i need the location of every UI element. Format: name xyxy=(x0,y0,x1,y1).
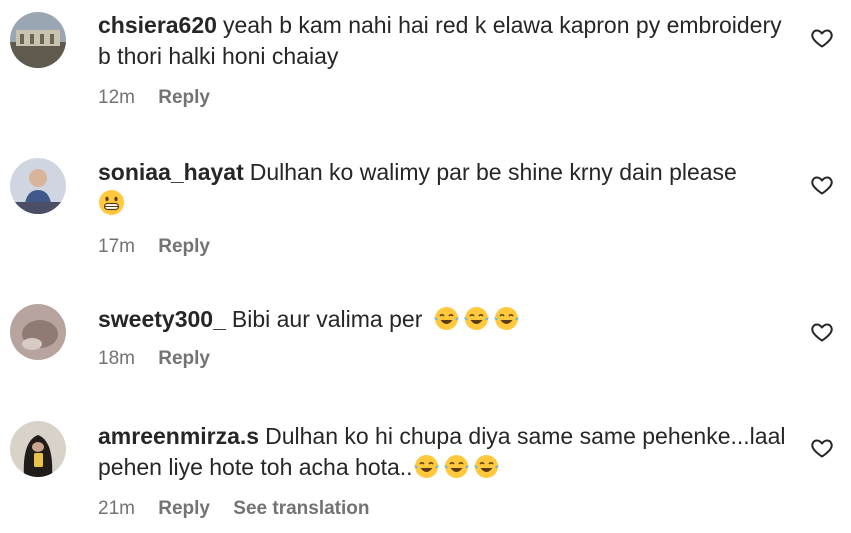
reply-button[interactable]: Reply xyxy=(158,348,210,369)
comment-time: 18m xyxy=(98,348,135,369)
avatar[interactable] xyxy=(10,304,66,360)
heart-outline-icon[interactable] xyxy=(810,320,834,344)
tears-of-joy-icon xyxy=(443,453,470,480)
heart-outline-icon[interactable] xyxy=(810,26,834,50)
grinning-face-icon xyxy=(98,189,125,216)
comment-meta: 12m Reply xyxy=(98,86,788,110)
comment-username[interactable]: amreenmirza.s xyxy=(98,423,259,449)
comment-text: amreenmirza.s Dulhan ko hi chupa diya sam… xyxy=(98,421,788,483)
comment-meta: 21m Reply See translation xyxy=(98,497,788,521)
comment-meta: 18m Reply xyxy=(98,347,788,371)
comment-meta: 17m Reply xyxy=(98,235,788,259)
comment-username[interactable]: chsiera620 xyxy=(98,12,217,38)
comment-time: 17m xyxy=(98,236,135,257)
see-translation-button[interactable]: See translation xyxy=(233,498,369,519)
comment-time: 12m xyxy=(98,87,135,108)
reply-button[interactable]: Reply xyxy=(158,236,210,257)
comment-time: 21m xyxy=(98,498,135,519)
tears-of-joy-icon xyxy=(473,453,500,480)
tears-of-joy-icon xyxy=(463,305,490,332)
reply-button[interactable]: Reply xyxy=(158,498,210,519)
comment-username[interactable]: soniaa_hayat xyxy=(98,159,244,185)
heart-outline-icon[interactable] xyxy=(810,173,834,197)
comment-text: chsiera620 yeah b kam nahi hai red k elaw… xyxy=(98,10,788,72)
comment-content: Dulhan ko walimy par be shine krny dain … xyxy=(249,159,737,185)
tears-of-joy-icon xyxy=(433,305,460,332)
avatar[interactable] xyxy=(10,12,66,68)
avatar[interactable] xyxy=(10,421,66,477)
avatar[interactable] xyxy=(10,158,66,214)
tears-of-joy-icon xyxy=(493,305,520,332)
comment-username[interactable]: sweety300_ xyxy=(98,306,226,332)
comment-text: sweety300_ Bibi aur valima per xyxy=(98,304,788,335)
heart-outline-icon[interactable] xyxy=(810,436,834,460)
comment-text: soniaa_hayat Dulhan ko walimy par be shin… xyxy=(98,157,788,219)
reply-button[interactable]: Reply xyxy=(158,87,210,108)
comment-content: Bibi aur valima per xyxy=(231,306,423,332)
tears-of-joy-icon xyxy=(413,453,440,480)
